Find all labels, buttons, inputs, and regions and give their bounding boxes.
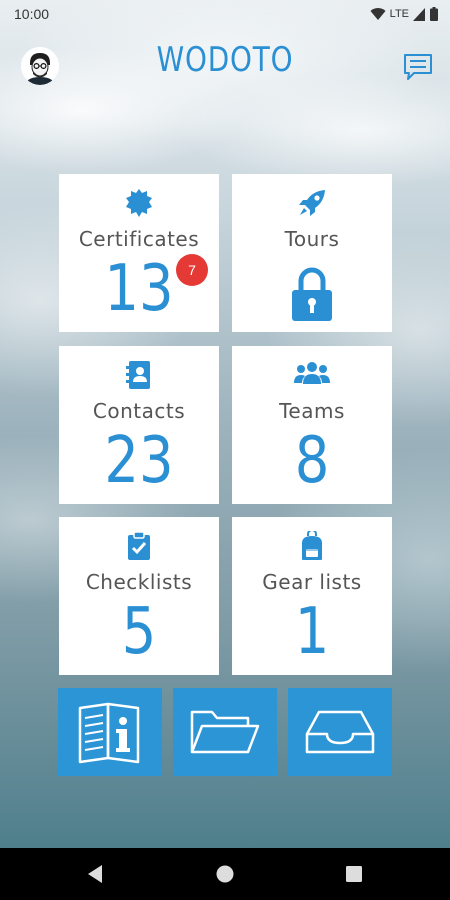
teams-label: Teams xyxy=(279,399,345,423)
certificates-tile[interactable]: Certificates 13 xyxy=(59,174,219,332)
rocket-icon xyxy=(299,190,325,216)
home-icon[interactable] xyxy=(216,865,234,883)
address-book-icon xyxy=(126,361,150,389)
wifi-icon xyxy=(370,8,386,20)
teams-tile[interactable]: Teams 8 xyxy=(232,346,392,504)
manual-info-icon xyxy=(78,702,140,764)
status-icons: LTE xyxy=(370,7,438,21)
folder-button[interactable] xyxy=(173,688,277,776)
inbox-button[interactable] xyxy=(288,688,392,776)
badge-icon xyxy=(126,189,152,217)
checklists-label: Checklists xyxy=(85,570,193,594)
contacts-tile[interactable]: Contacts 23 xyxy=(59,346,219,504)
lock-icon xyxy=(292,267,332,321)
signal-icon xyxy=(413,7,425,21)
navigation-bar xyxy=(0,848,450,900)
clipboard-check-icon xyxy=(128,531,150,560)
chat-icon xyxy=(404,54,432,80)
status-time: 10:00 xyxy=(14,6,50,22)
tours-tile[interactable]: Tours xyxy=(232,174,392,332)
gear-lists-count: 1 xyxy=(294,595,330,669)
network-type: LTE xyxy=(389,8,409,20)
status-bar: 10:00 LTE xyxy=(0,0,450,30)
certificates-label: Certificates xyxy=(78,227,200,251)
manual-button[interactable] xyxy=(58,688,162,776)
teams-count: 8 xyxy=(294,424,330,498)
folder-open-icon xyxy=(190,710,260,754)
battery-icon xyxy=(430,7,438,21)
gear-lists-label: Gear lists xyxy=(262,570,362,594)
back-icon[interactable] xyxy=(86,864,104,884)
message-button[interactable] xyxy=(403,53,433,81)
notification-badge: 7 xyxy=(176,254,208,286)
checklists-count: 5 xyxy=(121,595,157,669)
contacts-label: Contacts xyxy=(92,399,186,423)
home-screen: 10:00 LTE WODOTO Certificates 13 7 Tours… xyxy=(0,0,450,848)
inbox-tray-icon xyxy=(305,710,375,754)
gear-lists-tile[interactable]: Gear lists 1 xyxy=(232,517,392,675)
recents-icon[interactable] xyxy=(346,866,362,882)
app-title: WODOTO xyxy=(156,40,294,80)
contacts-count: 23 xyxy=(104,424,174,498)
tours-label: Tours xyxy=(284,227,340,251)
backpack-icon xyxy=(302,531,322,560)
checklists-tile[interactable]: Checklists 5 xyxy=(59,517,219,675)
users-icon xyxy=(294,362,330,384)
